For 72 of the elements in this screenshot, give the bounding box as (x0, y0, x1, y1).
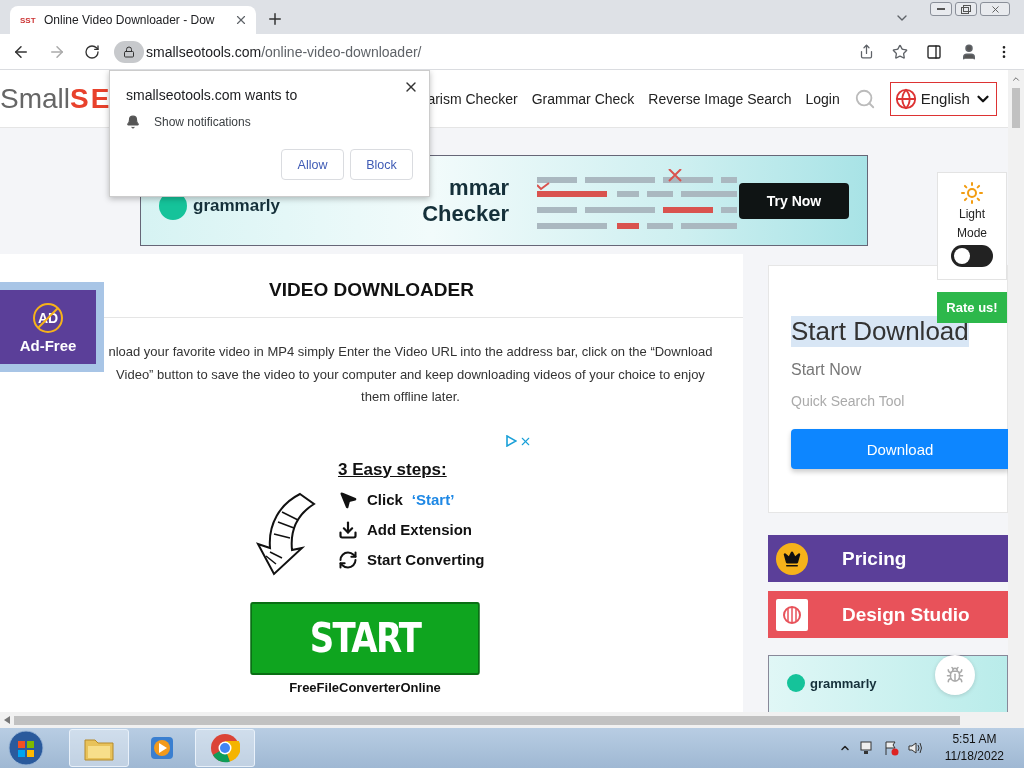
intro-text: nload your favorite video in MP4 simply Enter the Video URL into the address bar, click on the “Download Video” button to save the video to your computer and keep downloading videos of your choice to enjoy them offline later. (108, 343, 713, 406)
url-field[interactable]: smallseotools.com/online-video-downloader/ (146, 43, 422, 60)
ad-headline: mmar (449, 174, 509, 201)
bug-icon (946, 666, 964, 684)
clock-date: 11/18/2022 (944, 748, 1004, 765)
close-tab-icon[interactable] (234, 13, 248, 27)
logo-icon (787, 674, 805, 692)
permission-text: Show notifications (154, 115, 251, 129)
taskbar-app[interactable] (195, 729, 255, 767)
popup-button[interactable]: Block (350, 149, 413, 180)
bell-icon (126, 115, 140, 129)
reload-icon[interactable] (84, 43, 100, 60)
theme-toggle[interactable] (951, 245, 993, 267)
theme-label: Mode (957, 225, 987, 242)
profile-icon[interactable] (960, 42, 978, 61)
share-icon[interactable] (859, 44, 874, 59)
restore-icon[interactable] (955, 2, 977, 16)
grammarly-ad[interactable]: grammarly (768, 655, 1008, 712)
step-text: Click (367, 491, 403, 508)
language-selector[interactable]: English (889, 81, 997, 116)
card-title: Start Download (791, 316, 969, 347)
crown-icon (776, 542, 808, 575)
network-icon[interactable] (858, 740, 875, 756)
download-button[interactable]: Download (791, 429, 1008, 469)
sun-icon (960, 181, 984, 205)
sidebar-link[interactable]: Design Studio (768, 591, 1008, 638)
step-text: Start Converting (367, 551, 485, 568)
steps-heading: 3 Easy steps: (338, 459, 448, 480)
try-now-button[interactable]: Try Now (739, 182, 849, 219)
ad-headline: Checker (422, 200, 509, 227)
scroll-thumb[interactable] (14, 715, 960, 725)
theme-label: Light (959, 206, 985, 223)
flag-icon[interactable] (882, 740, 899, 756)
new-tab-icon[interactable] (266, 10, 284, 28)
browser-tab[interactable]: SST Online Video Downloader - Dow (10, 6, 256, 34)
ad-choices-icon[interactable] (505, 434, 517, 447)
star-icon[interactable] (892, 43, 908, 60)
card-caption: Quick Search Tool (791, 393, 906, 409)
design-logo-icon (776, 598, 808, 631)
ad-brand: FreeFileConverterOnline (288, 679, 442, 695)
download-icon (338, 519, 358, 540)
scroll-thumb[interactable] (1012, 88, 1020, 128)
popup-button[interactable]: Allow (281, 149, 344, 180)
clock-time: 5:51 AM (952, 731, 997, 748)
step-text: Add Extension (367, 521, 472, 538)
refresh-icon (338, 549, 358, 570)
minimize-icon[interactable] (930, 2, 952, 16)
speaker-icon[interactable] (906, 740, 923, 756)
clock[interactable]: 5:51 AM 11/18/2022 (944, 731, 1004, 765)
nav-link[interactable]: Grammar Check (531, 90, 635, 107)
lock-icon[interactable] (114, 40, 144, 63)
side-panel-icon[interactable] (926, 43, 942, 60)
favicon: SST (20, 15, 36, 25)
sidebar-link[interactable]: Pricing (768, 535, 1008, 582)
nav-link[interactable]: Reverse Image Search (648, 90, 792, 107)
step-highlight: ‘Start’ (411, 491, 455, 508)
horizontal-scrollbar[interactable] (0, 712, 1024, 728)
card-subtitle: Start Now (791, 361, 863, 379)
vertical-scrollbar[interactable] (1008, 70, 1024, 712)
ad-free-label: Ad-Free (19, 336, 77, 354)
scroll-left-icon[interactable] (4, 716, 10, 724)
globe-icon (894, 87, 917, 110)
media-player-icon (148, 734, 176, 762)
start-orb-icon[interactable] (6, 729, 46, 767)
nav-link[interactable]: Login (805, 90, 840, 107)
scroll-up-icon[interactable] (1011, 74, 1021, 84)
chrome-icon (210, 733, 240, 763)
tab-title: Online Video Downloader - Dow (44, 13, 216, 27)
site-logo[interactable]: SmallSE (0, 82, 112, 115)
ad-logo-text: grammarly (810, 675, 877, 691)
ad-logo-text: grammarly (193, 195, 280, 216)
popup-title: smallseotools.com wants to (126, 87, 299, 103)
